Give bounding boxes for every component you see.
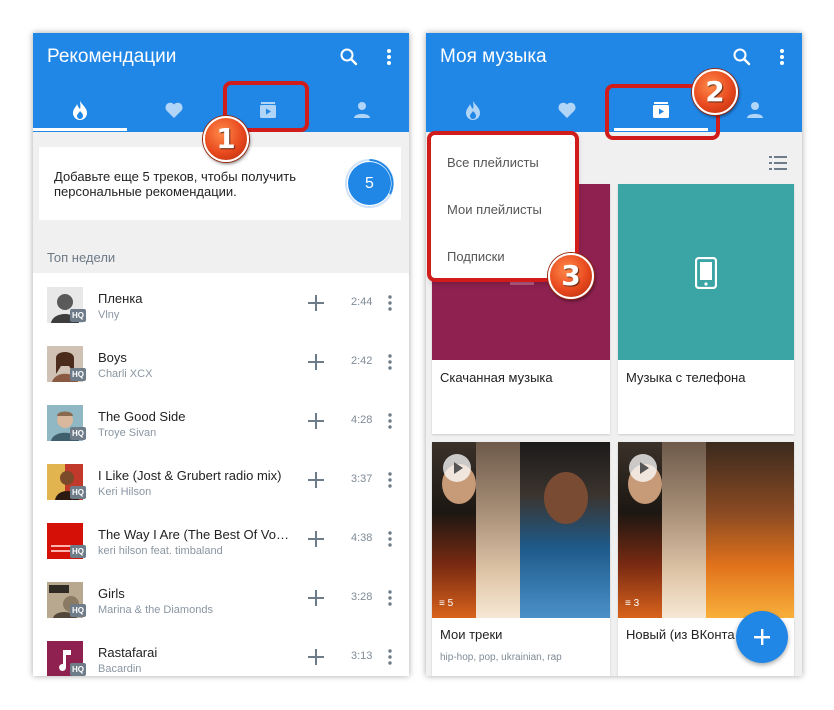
person-icon: [747, 102, 763, 118]
track-duration: 4:28: [351, 414, 373, 426]
more-vert-icon[interactable]: [387, 471, 393, 489]
add-icon[interactable]: [307, 530, 325, 548]
track-row[interactable]: HQ Rastafarai Bacardin 3:13: [33, 629, 409, 676]
search-icon[interactable]: [730, 45, 754, 69]
tab-recommendations[interactable]: [426, 91, 520, 131]
track-title: Rastafarai: [98, 645, 158, 660]
track-duration: 2:42: [351, 355, 373, 367]
track-title: Пленка: [98, 291, 143, 306]
add-icon: [754, 629, 770, 645]
tab-indicator: [33, 128, 127, 131]
card-title: Скачанная музыка: [440, 370, 553, 385]
track-title: Girls: [98, 586, 125, 601]
playlist-card-phone[interactable]: Музыка с телефона: [618, 184, 794, 434]
hq-badge: HQ: [70, 309, 86, 322]
playlist-card-my-tracks[interactable]: ≡ 5 Мои треки hip-hop, pop, ukrainian, r…: [432, 442, 610, 676]
search-icon[interactable]: [337, 45, 361, 69]
heart-icon: [558, 102, 576, 118]
hq-badge: HQ: [70, 427, 86, 440]
play-icon[interactable]: [628, 453, 658, 483]
fire-icon: [466, 101, 480, 120]
track-title: I Like (Jost & Grubert radio mix): [98, 468, 282, 483]
more-vert-icon[interactable]: [387, 530, 393, 548]
fire-icon: [73, 101, 87, 120]
page-title: Моя музыка: [440, 46, 547, 67]
track-title: The Way I Are (The Best Of Voc…: [98, 527, 290, 542]
add-icon[interactable]: [307, 648, 325, 666]
list-view-icon[interactable]: [769, 155, 787, 171]
more-vert-icon[interactable]: [387, 412, 393, 430]
list-icon: ≡: [439, 598, 445, 609]
step-badge-1: 1: [203, 116, 249, 162]
card-subtitle: hip-hop, pop, ukrainian, rap: [440, 652, 562, 663]
hq-badge: HQ: [70, 486, 86, 499]
track-artist: Charli XCX: [98, 368, 153, 380]
section-title: Топ недели: [47, 250, 116, 265]
more-vert-icon[interactable]: [387, 648, 393, 666]
tab-favorites[interactable]: [520, 91, 614, 131]
track-count: 5: [447, 598, 454, 609]
add-icon[interactable]: [307, 294, 325, 312]
add-icon[interactable]: [307, 471, 325, 489]
list-icon: ≡: [625, 598, 631, 609]
card-title: Музыка с телефона: [626, 370, 746, 385]
promo-text: Добавьте еще 5 треков, чтобы получить пе…: [54, 169, 296, 199]
track-count: 3: [633, 598, 640, 609]
more-vert-icon[interactable]: [377, 45, 401, 69]
track-artist: Bacardin: [98, 663, 142, 675]
card-cover: [618, 184, 794, 360]
track-row[interactable]: HQ The Way I Are (The Best Of Voc… keri …: [33, 511, 409, 570]
card-cover-collage: ≡ 5: [432, 442, 610, 618]
hq-badge: HQ: [70, 545, 86, 558]
person-icon: [354, 102, 370, 118]
track-list: HQ Пленка Vlny 2:44 HQ Boys Charli XCX 2…: [33, 273, 409, 676]
add-fab-button[interactable]: [736, 611, 788, 663]
track-duration: 4:38: [351, 532, 373, 544]
track-artist: Vlny: [98, 309, 120, 321]
track-duration: 3:37: [351, 473, 373, 485]
track-duration: 3:28: [351, 591, 373, 603]
more-vert-icon[interactable]: [387, 353, 393, 371]
track-duration: 2:44: [351, 296, 373, 308]
track-artist: Troye Sivan: [98, 427, 157, 439]
track-artist: Keri Hilson: [98, 486, 152, 498]
tab-recommendations[interactable]: [33, 91, 127, 131]
add-icon[interactable]: [307, 412, 325, 430]
heart-icon: [165, 102, 183, 118]
track-row[interactable]: HQ I Like (Jost & Grubert radio mix) Ker…: [33, 452, 409, 511]
step-badge-3: 3: [548, 253, 594, 299]
track-row[interactable]: HQ Girls Marina & the Diamonds 3:28: [33, 570, 409, 629]
track-row[interactable]: HQ Boys Charli XCX 2:42: [33, 334, 409, 393]
track-duration: 3:13: [351, 650, 373, 662]
hq-badge: HQ: [70, 663, 86, 676]
add-icon[interactable]: [307, 589, 325, 607]
more-vert-icon[interactable]: [387, 589, 393, 607]
phone-icon: [695, 257, 717, 289]
track-title: Boys: [98, 350, 127, 365]
step-badge-2: 2: [692, 69, 738, 115]
track-artist: Marina & the Diamonds: [98, 604, 213, 616]
hq-badge: HQ: [70, 604, 86, 617]
card-cover-collage: ≡ 3: [618, 442, 794, 618]
track-title: The Good Side: [98, 409, 186, 424]
page-title: Рекомендации: [47, 46, 177, 67]
tracks-needed-count: 5: [348, 162, 391, 205]
add-icon[interactable]: [307, 353, 325, 371]
track-artist: keri hilson feat. timbaland: [98, 545, 223, 557]
tab-profile[interactable]: [315, 91, 409, 131]
play-icon[interactable]: [442, 453, 472, 483]
hq-badge: HQ: [70, 368, 86, 381]
more-vert-icon[interactable]: [770, 45, 794, 69]
more-vert-icon[interactable]: [387, 294, 393, 312]
track-row[interactable]: HQ The Good Side Troye Sivan 4:28: [33, 393, 409, 452]
track-row[interactable]: HQ Пленка Vlny 2:44: [33, 275, 409, 334]
card-title: Мои треки: [440, 627, 503, 642]
